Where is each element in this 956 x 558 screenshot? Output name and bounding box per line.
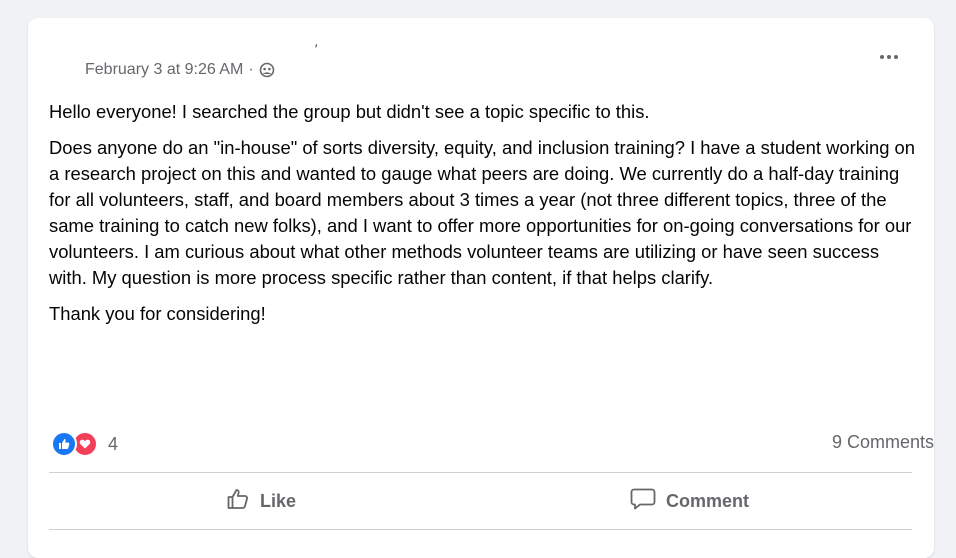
reactions-summary[interactable]: 4 [51,431,118,457]
post-paragraph: Does anyone do an "in-house" of sorts di… [49,137,916,288]
post-meta: February 3 at 9:26 AM · [85,61,275,79]
post-paragraph: Hello everyone! I searched the group but… [49,101,650,122]
group-icon [259,62,275,78]
reaction-count: 4 [108,433,119,454]
meta-separator: · [248,61,254,78]
comments-count-link[interactable]: 9 Comments [832,432,934,453]
like-icon [51,431,77,457]
post-timestamp[interactable]: February 3 at 9:26 AM [85,61,243,79]
post-body: Hello everyone! I searched the group but… [49,99,917,337]
stray-mark: ′ [315,42,318,56]
like-label: Like [260,490,297,511]
more-options-button[interactable] [872,46,906,68]
comment-button[interactable]: Comment [630,484,749,518]
more-dot-icon [894,55,898,59]
divider [49,529,912,530]
post-paragraph: Thank you for considering! [49,303,266,324]
thumbs-up-icon [226,487,250,516]
more-dot-icon [887,55,891,59]
like-button[interactable]: Like [226,484,296,518]
divider [49,472,912,473]
more-dot-icon [880,55,884,59]
comment-label: Comment [666,490,750,511]
comment-bubble-icon [630,487,656,516]
